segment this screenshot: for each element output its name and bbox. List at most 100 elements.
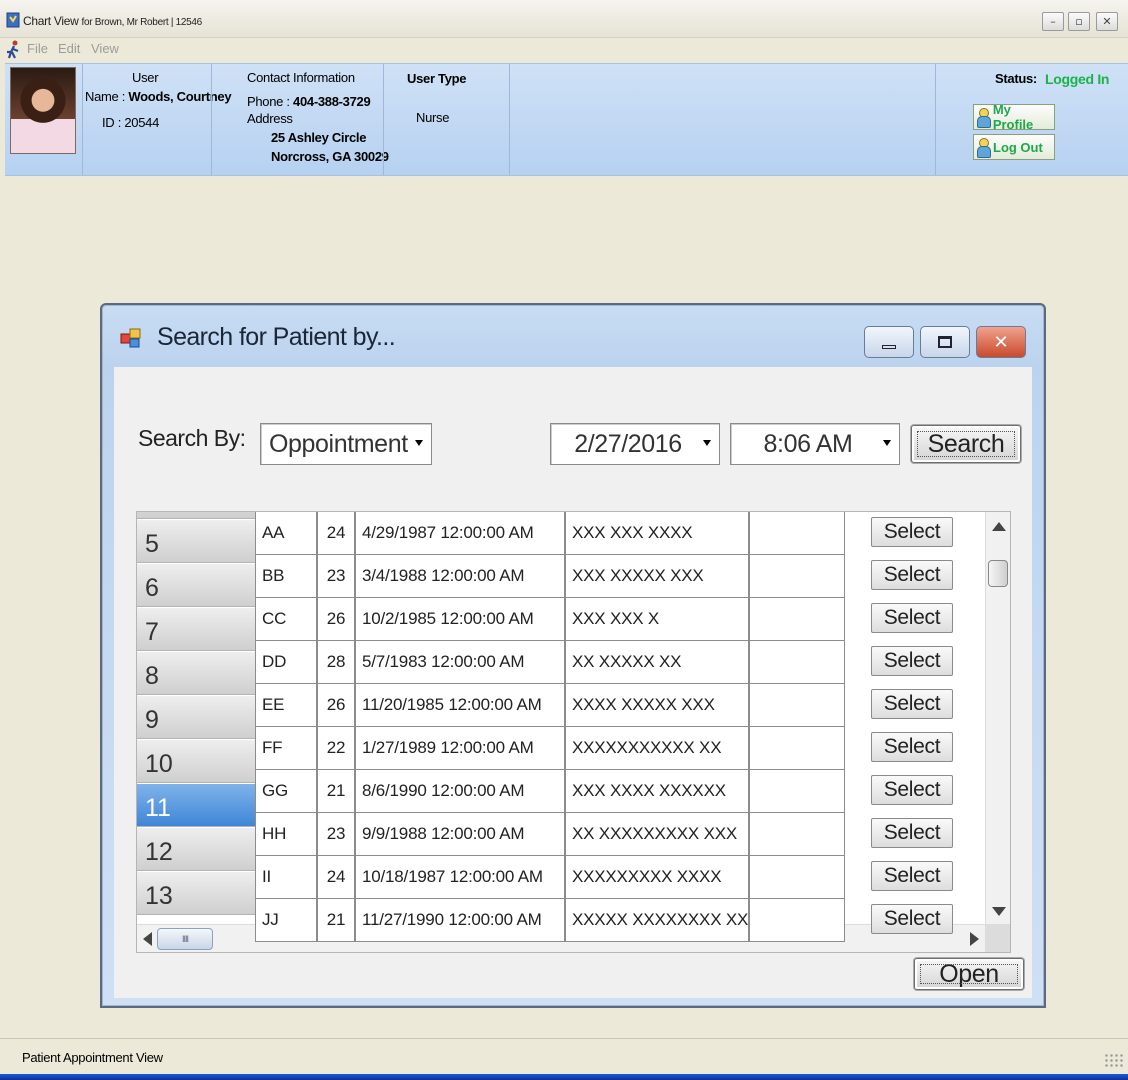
cell-masked[interactable]: XXX XXX X (565, 598, 749, 641)
row-header[interactable]: 10 (137, 740, 255, 783)
cell-initials[interactable]: DD (255, 641, 317, 684)
select-button[interactable]: Select (871, 732, 953, 762)
cell-datetime[interactable]: 5/7/1983 12:00:00 AM (355, 641, 565, 684)
select-button[interactable]: Select (871, 861, 953, 891)
scroll-thumb-horizontal[interactable]: IIII (157, 928, 213, 950)
cell-datetime[interactable]: 1/27/1989 12:00:00 AM (355, 727, 565, 770)
cell-masked[interactable]: XX XXXXXXXXX XXX (565, 813, 749, 856)
cell-initials[interactable]: HH (255, 813, 317, 856)
select-button[interactable]: Select (871, 775, 953, 805)
cell-masked[interactable]: XXX XXXX XXXXXX (565, 770, 749, 813)
cell-datetime[interactable]: 10/2/1985 12:00:00 AM (355, 598, 565, 641)
my-profile-button[interactable]: My Profile (973, 102, 1055, 132)
cell-age[interactable]: 23 (317, 813, 355, 856)
time-picker[interactable]: 8:06 AM (730, 423, 900, 465)
taskbar-strip (0, 1074, 1128, 1080)
cell-empty[interactable] (749, 598, 845, 641)
row-header[interactable]: 9 (137, 696, 255, 739)
scroll-thumb[interactable] (988, 560, 1008, 587)
cell-masked[interactable]: XXXXXXXXX XXXX (565, 856, 749, 899)
scroll-left-icon[interactable] (143, 932, 152, 946)
menu-edit[interactable]: Edit (58, 41, 80, 56)
dropdown-arrow-icon (703, 440, 711, 446)
open-button[interactable]: Open (914, 958, 1024, 990)
select-button[interactable]: Select (871, 646, 953, 676)
dialog-minimize-button[interactable] (864, 326, 914, 358)
cell-datetime[interactable]: 11/27/1990 12:00:00 AM (355, 899, 565, 942)
cell-age[interactable]: 24 (317, 856, 355, 899)
cell-masked[interactable]: XXXX XXXXX XXX (565, 684, 749, 727)
cell-datetime[interactable]: 8/6/1990 12:00:00 AM (355, 770, 565, 813)
cell-age[interactable]: 24 (317, 512, 355, 555)
resize-grip-icon[interactable] (1104, 1053, 1124, 1069)
cell-empty[interactable] (749, 512, 845, 555)
cell-empty[interactable] (749, 770, 845, 813)
row-header[interactable]: 7 (137, 608, 255, 651)
row-header[interactable]: 12 (137, 828, 255, 871)
row-header[interactable]: 6 (137, 564, 255, 607)
dialog-close-button[interactable]: ✕ (976, 326, 1026, 358)
divider (509, 64, 510, 175)
cell-age[interactable]: 26 (317, 598, 355, 641)
cell-age[interactable]: 21 (317, 770, 355, 813)
cell-age[interactable]: 26 (317, 684, 355, 727)
cell-masked[interactable]: XXXXX XXXXXXXX XX (565, 899, 749, 942)
cell-age[interactable]: 23 (317, 555, 355, 598)
row-header[interactable]: 8 (137, 652, 255, 695)
row-header[interactable]: 5 (137, 520, 255, 563)
cell-datetime[interactable]: 11/20/1985 12:00:00 AM (355, 684, 565, 727)
cell-datetime[interactable]: 3/4/1988 12:00:00 AM (355, 555, 565, 598)
menu-view[interactable]: View (91, 41, 119, 56)
scroll-down-icon[interactable] (992, 907, 1006, 916)
cell-masked[interactable]: XXX XXX XXXX (565, 512, 749, 555)
cell-initials[interactable]: II (255, 856, 317, 899)
window-maximize-button[interactable]: ▫ (1068, 12, 1090, 31)
cell-datetime[interactable]: 9/9/1988 12:00:00 AM (355, 813, 565, 856)
running-person-icon (7, 40, 19, 59)
cell-initials[interactable]: GG (255, 770, 317, 813)
cell-initials[interactable]: JJ (255, 899, 317, 942)
cell-initials[interactable]: BB (255, 555, 317, 598)
cell-age[interactable]: 21 (317, 899, 355, 942)
cell-empty[interactable] (749, 813, 845, 856)
window-minimize-button[interactable]: – (1042, 12, 1064, 31)
cell-initials[interactable]: AA (255, 512, 317, 555)
focus-rect (920, 964, 1018, 984)
select-button[interactable]: Select (871, 517, 953, 547)
date-picker[interactable]: 2/27/2016 (550, 423, 720, 465)
row-header[interactable] (137, 512, 255, 519)
cell-empty[interactable] (749, 727, 845, 770)
cell-masked[interactable]: XXXXXXXXXXX XX (565, 727, 749, 770)
search-by-select[interactable]: Oppointment (260, 423, 432, 465)
dialog-maximize-button[interactable] (920, 326, 970, 358)
scroll-up-icon[interactable] (992, 522, 1006, 531)
log-out-button[interactable]: Log Out (973, 134, 1055, 160)
user-icon (977, 108, 991, 128)
select-button[interactable]: Select (871, 904, 953, 934)
cell-empty[interactable] (749, 856, 845, 899)
select-button[interactable]: Select (871, 603, 953, 633)
cell-empty[interactable] (749, 684, 845, 727)
row-header[interactable]: 13 (137, 872, 255, 915)
cell-datetime[interactable]: 10/18/1987 12:00:00 AM (355, 856, 565, 899)
cell-initials[interactable]: CC (255, 598, 317, 641)
menu-file[interactable]: File (27, 41, 48, 56)
search-button[interactable]: Search (911, 425, 1021, 463)
vertical-scrollbar[interactable] (985, 512, 1010, 924)
cell-empty[interactable] (749, 641, 845, 684)
cell-initials[interactable]: EE (255, 684, 317, 727)
cell-age[interactable]: 28 (317, 641, 355, 684)
window-close-button[interactable]: ✕ (1096, 12, 1118, 31)
row-header[interactable]: 11 (137, 784, 255, 827)
cell-empty[interactable] (749, 555, 845, 598)
cell-masked[interactable]: XXX XXXXX XXX (565, 555, 749, 598)
cell-empty[interactable] (749, 899, 845, 942)
scroll-right-icon[interactable] (970, 932, 979, 946)
cell-age[interactable]: 22 (317, 727, 355, 770)
select-button[interactable]: Select (871, 560, 953, 590)
select-button[interactable]: Select (871, 689, 953, 719)
cell-datetime[interactable]: 4/29/1987 12:00:00 AM (355, 512, 565, 555)
cell-initials[interactable]: FF (255, 727, 317, 770)
cell-masked[interactable]: XX XXXXX XX (565, 641, 749, 684)
select-button[interactable]: Select (871, 818, 953, 848)
